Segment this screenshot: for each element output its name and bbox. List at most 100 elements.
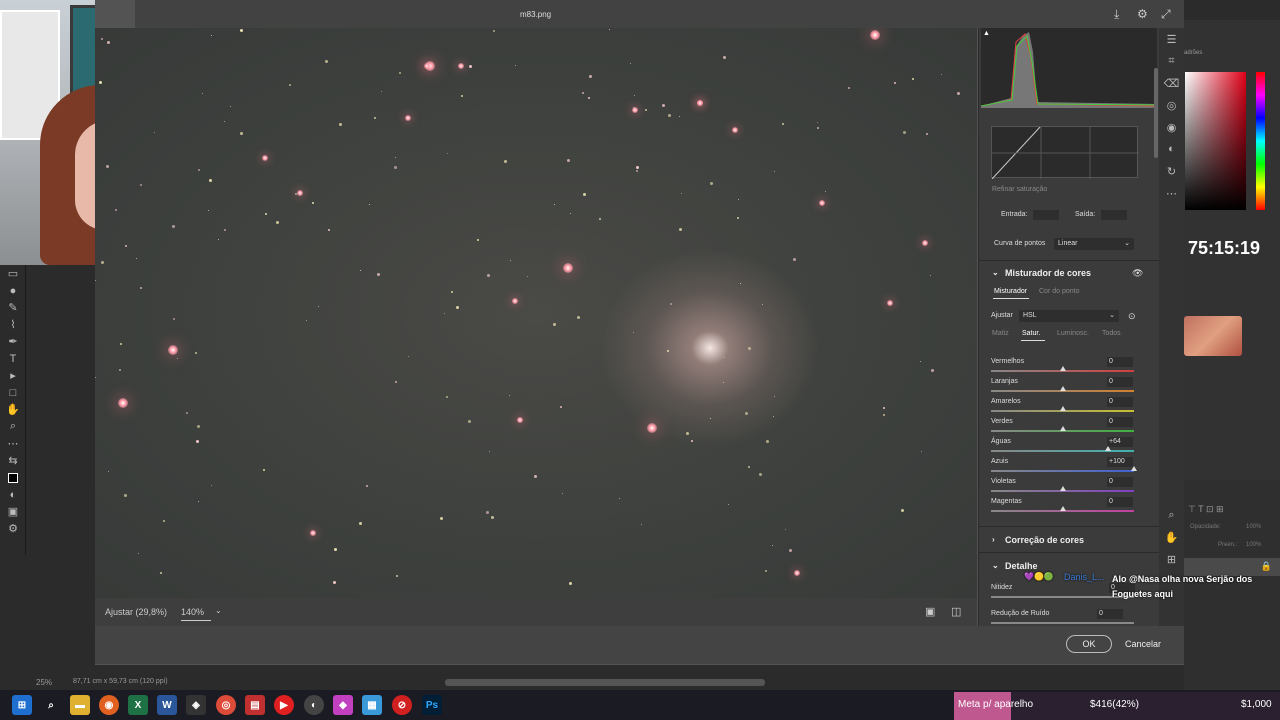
slider-thumb[interactable] (1105, 446, 1112, 451)
color-picker-field[interactable] (1185, 72, 1246, 210)
tone-curve[interactable] (991, 126, 1139, 180)
image-preview[interactable] (95, 28, 977, 598)
pen-tool-icon[interactable]: ✒ (0, 333, 26, 350)
fill-value[interactable]: 100% (1246, 542, 1261, 548)
red-eye-icon[interactable]: ◉ (1159, 116, 1184, 138)
noise-reduction-value[interactable]: 0 (1097, 609, 1123, 619)
tab-luminance[interactable]: Luminosc. (1057, 330, 1089, 337)
slider-value[interactable]: 0 (1107, 417, 1133, 427)
slider-value[interactable]: +100 (1107, 457, 1133, 467)
chrome-icon[interactable]: ◎ (216, 695, 236, 715)
firefox-icon[interactable]: ◉ (99, 695, 119, 715)
color-swatch-icon[interactable] (0, 469, 26, 486)
slider-thumb[interactable] (1059, 486, 1066, 491)
slider-value[interactable]: 0 (1107, 477, 1133, 487)
tab-point-color[interactable]: Cor do ponto (1039, 288, 1079, 295)
word-icon[interactable]: W (157, 695, 177, 715)
slider-thumb[interactable] (1059, 506, 1066, 511)
excel-icon[interactable]: X (128, 695, 148, 715)
visibility-eye-icon[interactable]: 👁 (1132, 268, 1143, 279)
curve-output-field[interactable] (1101, 210, 1127, 220)
zoom-level[interactable]: 140% (181, 607, 204, 617)
slider-track[interactable] (991, 450, 1134, 452)
grid-overlay-icon[interactable]: ⊞ (1159, 548, 1184, 570)
adjust-select[interactable]: HSL ⌄ (1019, 310, 1119, 322)
color-correction-title[interactable]: Correção de cores (1005, 535, 1084, 545)
ok-button[interactable]: OK (1066, 635, 1112, 653)
detail-chevron-icon[interactable]: ⌄ (992, 561, 999, 570)
app-icon[interactable]: ◈ (186, 695, 206, 715)
eraser-icon[interactable]: ⌫ (1159, 72, 1184, 94)
opacity-value[interactable]: 100% (1246, 524, 1261, 530)
hue-slider[interactable] (1256, 72, 1265, 210)
slider-thumb[interactable] (1131, 466, 1137, 471)
more-options-icon[interactable]: ⋯ (1159, 182, 1184, 204)
swap-colors-icon[interactable]: ⇆ (0, 452, 26, 469)
noise-reduction-track[interactable] (991, 622, 1134, 624)
eyedropper-icon[interactable]: ⌇ (0, 316, 26, 333)
slider-value[interactable]: 0 (1107, 357, 1133, 367)
more-tools-icon[interactable]: ⋯ (0, 435, 26, 452)
star (168, 345, 178, 355)
panel-scrollbar[interactable] (1154, 68, 1158, 158)
fit-zoom-button[interactable]: Ajustar (29,8%) (105, 607, 167, 617)
swatches-tab[interactable]: adrões (1184, 50, 1280, 60)
color-mixer-title[interactable]: Misturador de cores (1005, 268, 1091, 278)
color-correction-chevron-icon[interactable]: › (992, 535, 995, 544)
curve-input-field[interactable] (1033, 210, 1059, 220)
rectangle-tool-icon[interactable]: □ (0, 384, 26, 401)
search-icon[interactable]: ⌕ (41, 695, 61, 715)
status-zoom[interactable]: 25% (36, 678, 52, 687)
edit-toolbar-icon[interactable]: ⚙ (0, 520, 26, 537)
fullscreen-icon[interactable]: ⤢ (1161, 7, 1171, 22)
windows-start-icon[interactable]: ⊞ (12, 695, 32, 715)
zoom-tool-icon[interactable]: ⌕ (1159, 504, 1184, 526)
point-curve-select[interactable]: Linear ⌄ (1054, 238, 1134, 250)
hand-tool-icon[interactable]: ✋ (1159, 526, 1184, 548)
notes-icon[interactable]: ▦ (362, 695, 382, 715)
horizontal-scrollbar[interactable] (445, 679, 765, 686)
media-player-icon[interactable]: ▶ (274, 695, 294, 715)
slider-value[interactable]: 0 (1107, 397, 1133, 407)
settings-icon[interactable]: ⚙ (1137, 7, 1148, 21)
app-icon[interactable]: ▤ (245, 695, 265, 715)
slider-track[interactable] (991, 470, 1134, 472)
before-after-single-icon[interactable]: ▣ (925, 605, 935, 618)
slider-thumb[interactable] (1059, 366, 1066, 371)
slider-thumb[interactable] (1059, 386, 1066, 391)
quick-mask-icon[interactable]: ◐ (0, 486, 26, 503)
tab-mixer[interactable]: Misturador (994, 288, 1027, 295)
zoom-tool-icon[interactable]: ⌕ (0, 418, 26, 435)
obs-icon[interactable]: ◐ (304, 695, 324, 715)
paint-bucket-icon[interactable]: ● (0, 282, 26, 299)
photoshop-icon[interactable]: Ps (422, 695, 442, 715)
brush-tool-icon[interactable]: ✎ (0, 299, 26, 316)
presets-icon[interactable]: ◐ (1159, 138, 1184, 160)
slider-thumb[interactable] (1059, 426, 1066, 431)
app-icon[interactable]: ◆ (333, 695, 353, 715)
tab-saturation[interactable]: Satur. (1022, 330, 1040, 337)
zoom-chevron-icon[interactable]: ⌄ (215, 606, 222, 615)
save-icon[interactable]: ⤓ (1114, 7, 1119, 22)
edit-sliders-icon[interactable]: ☰ (1159, 28, 1184, 50)
crop-icon[interactable]: ⌗ (1159, 50, 1184, 72)
mask-icon[interactable]: ◎ (1159, 94, 1184, 116)
tab-hue[interactable]: Matiz (992, 330, 1009, 337)
before-after-split-icon[interactable]: ◫ (951, 605, 961, 618)
screen-mode-icon[interactable]: ▣ (0, 503, 26, 520)
cancel-button[interactable]: Cancelar (1120, 635, 1166, 653)
color-mixer-chevron-icon[interactable]: ⌄ (992, 268, 999, 277)
app-icon[interactable]: ⊘ (392, 695, 412, 715)
shadow-clip-icon[interactable]: ▲ (983, 30, 990, 37)
marquee-tool-icon[interactable]: ▭ (0, 265, 26, 282)
slider-thumb[interactable] (1059, 406, 1066, 411)
slider-value[interactable]: 0 (1107, 377, 1133, 387)
target-adjust-icon[interactable]: ⊙ (1128, 311, 1136, 322)
tab-all[interactable]: Todos (1102, 330, 1121, 337)
type-tool-icon[interactable]: T (0, 350, 26, 367)
snapshots-icon[interactable]: ↻ (1159, 160, 1184, 182)
hand-tool-icon[interactable]: ✋ (0, 401, 26, 418)
file-explorer-icon[interactable]: ▬ (70, 695, 90, 715)
slider-value[interactable]: 0 (1107, 497, 1133, 507)
path-select-icon[interactable]: ▸ (0, 367, 26, 384)
